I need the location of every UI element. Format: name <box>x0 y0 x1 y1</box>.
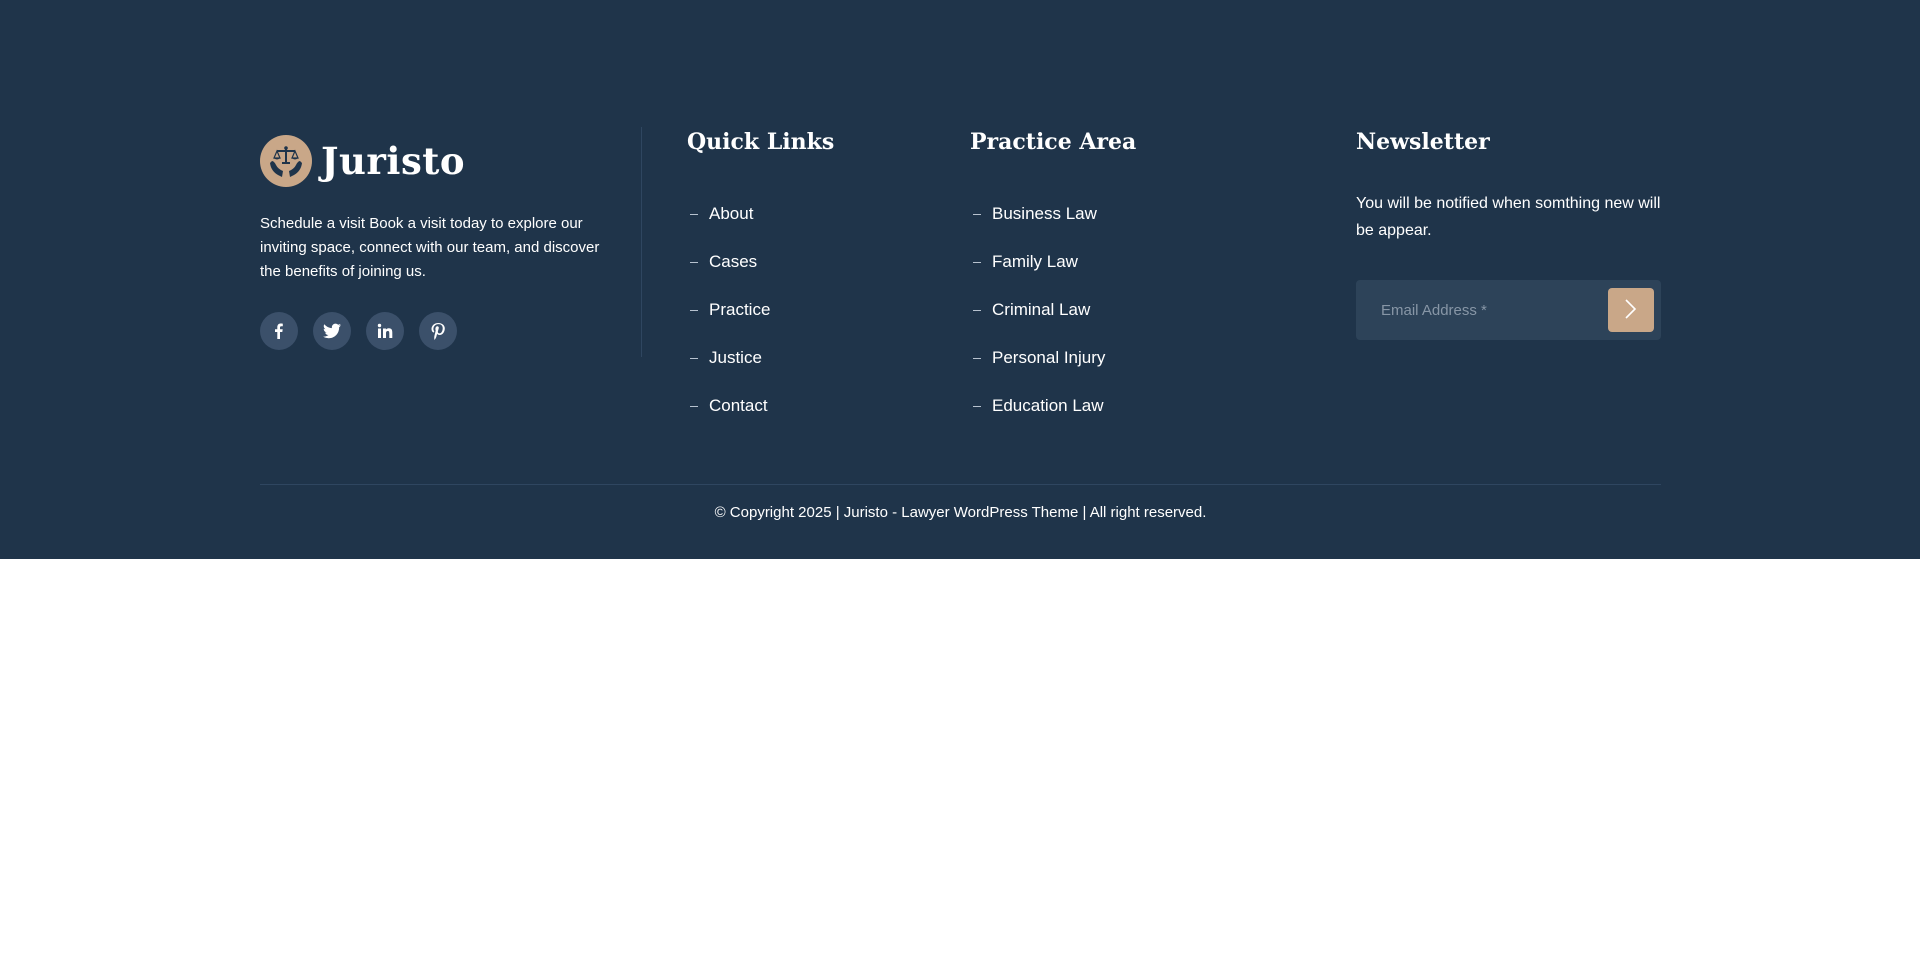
practice-link-family-law[interactable]: Family Law <box>970 238 1136 286</box>
site-footer: Juristo Schedule a visit Book a visit to… <box>0 0 1920 559</box>
dash-icon <box>973 357 981 359</box>
footer-inner: Juristo Schedule a visit Book a visit to… <box>260 0 1661 559</box>
scales-of-justice-icon <box>260 135 312 187</box>
link-label: Practice <box>709 300 771 319</box>
link-label: Criminal Law <box>992 300 1091 319</box>
practice-link-business-law[interactable]: Business Law <box>970 190 1136 238</box>
practice-area-list: Business Law Family Law Criminal Law Per… <box>970 190 1136 430</box>
dash-icon <box>690 309 698 311</box>
newsletter-title: Newsletter <box>1356 129 1490 155</box>
link-label: Contact <box>709 396 768 415</box>
quick-links-column: Quick Links About Cases Practice Justice… <box>687 127 834 430</box>
quick-link-contact[interactable]: Contact <box>687 382 834 430</box>
email-input[interactable] <box>1356 280 1586 340</box>
brand-description: Schedule a visit Book a visit today to e… <box>260 215 600 280</box>
link-label: Justice <box>709 348 762 367</box>
dash-icon <box>973 405 981 407</box>
dash-icon <box>973 261 981 263</box>
logo[interactable]: Juristo <box>260 134 640 188</box>
quick-link-cases[interactable]: Cases <box>687 238 834 286</box>
dash-icon <box>973 309 981 311</box>
copyright-text: © Copyright 2025 | Juristo - Lawyer Word… <box>714 504 1207 521</box>
link-label: Education Law <box>992 396 1104 415</box>
quick-link-practice[interactable]: Practice <box>687 286 834 334</box>
quick-links-title: Quick Links <box>687 129 835 155</box>
dash-icon <box>690 261 698 263</box>
newsletter-submit-button[interactable] <box>1608 288 1654 332</box>
footer-divider <box>260 484 1661 485</box>
chevron-right-icon <box>1624 298 1638 323</box>
practice-area-title: Practice Area <box>970 129 1137 155</box>
linkedin-link[interactable] <box>366 312 404 350</box>
column-divider <box>641 127 642 357</box>
footer-brand: Juristo Schedule a visit Book a visit to… <box>260 134 640 350</box>
dash-icon <box>690 405 698 407</box>
newsletter-form <box>1356 280 1661 340</box>
facebook-link[interactable] <box>260 312 298 350</box>
link-label: About <box>709 204 754 223</box>
pinterest-link[interactable] <box>419 312 457 350</box>
practice-link-criminal-law[interactable]: Criminal Law <box>970 286 1136 334</box>
quick-link-justice[interactable]: Justice <box>687 334 834 382</box>
link-label: Personal Injury <box>992 348 1106 367</box>
newsletter-description: You will be notified when somthing new w… <box>1356 195 1661 239</box>
link-label: Cases <box>709 252 758 271</box>
link-label: Business Law <box>992 204 1097 223</box>
practice-area-column: Practice Area Business Law Family Law Cr… <box>970 127 1136 430</box>
dash-icon <box>690 213 698 215</box>
newsletter-column: Newsletter You will be notified when som… <box>1356 127 1661 340</box>
linkedin-icon <box>377 323 393 339</box>
practice-link-education-law[interactable]: Education Law <box>970 382 1136 430</box>
facebook-icon <box>271 323 287 339</box>
pinterest-icon <box>431 322 445 340</box>
brand-name: Juristo <box>321 139 466 183</box>
dash-icon <box>690 357 698 359</box>
quick-links-list: About Cases Practice Justice Contact <box>687 190 834 430</box>
dash-icon <box>973 213 981 215</box>
link-label: Family Law <box>992 252 1078 271</box>
social-links <box>260 312 640 350</box>
quick-link-about[interactable]: About <box>687 190 834 238</box>
twitter-icon <box>323 323 341 339</box>
twitter-link[interactable] <box>313 312 351 350</box>
practice-link-personal-injury[interactable]: Personal Injury <box>970 334 1136 382</box>
